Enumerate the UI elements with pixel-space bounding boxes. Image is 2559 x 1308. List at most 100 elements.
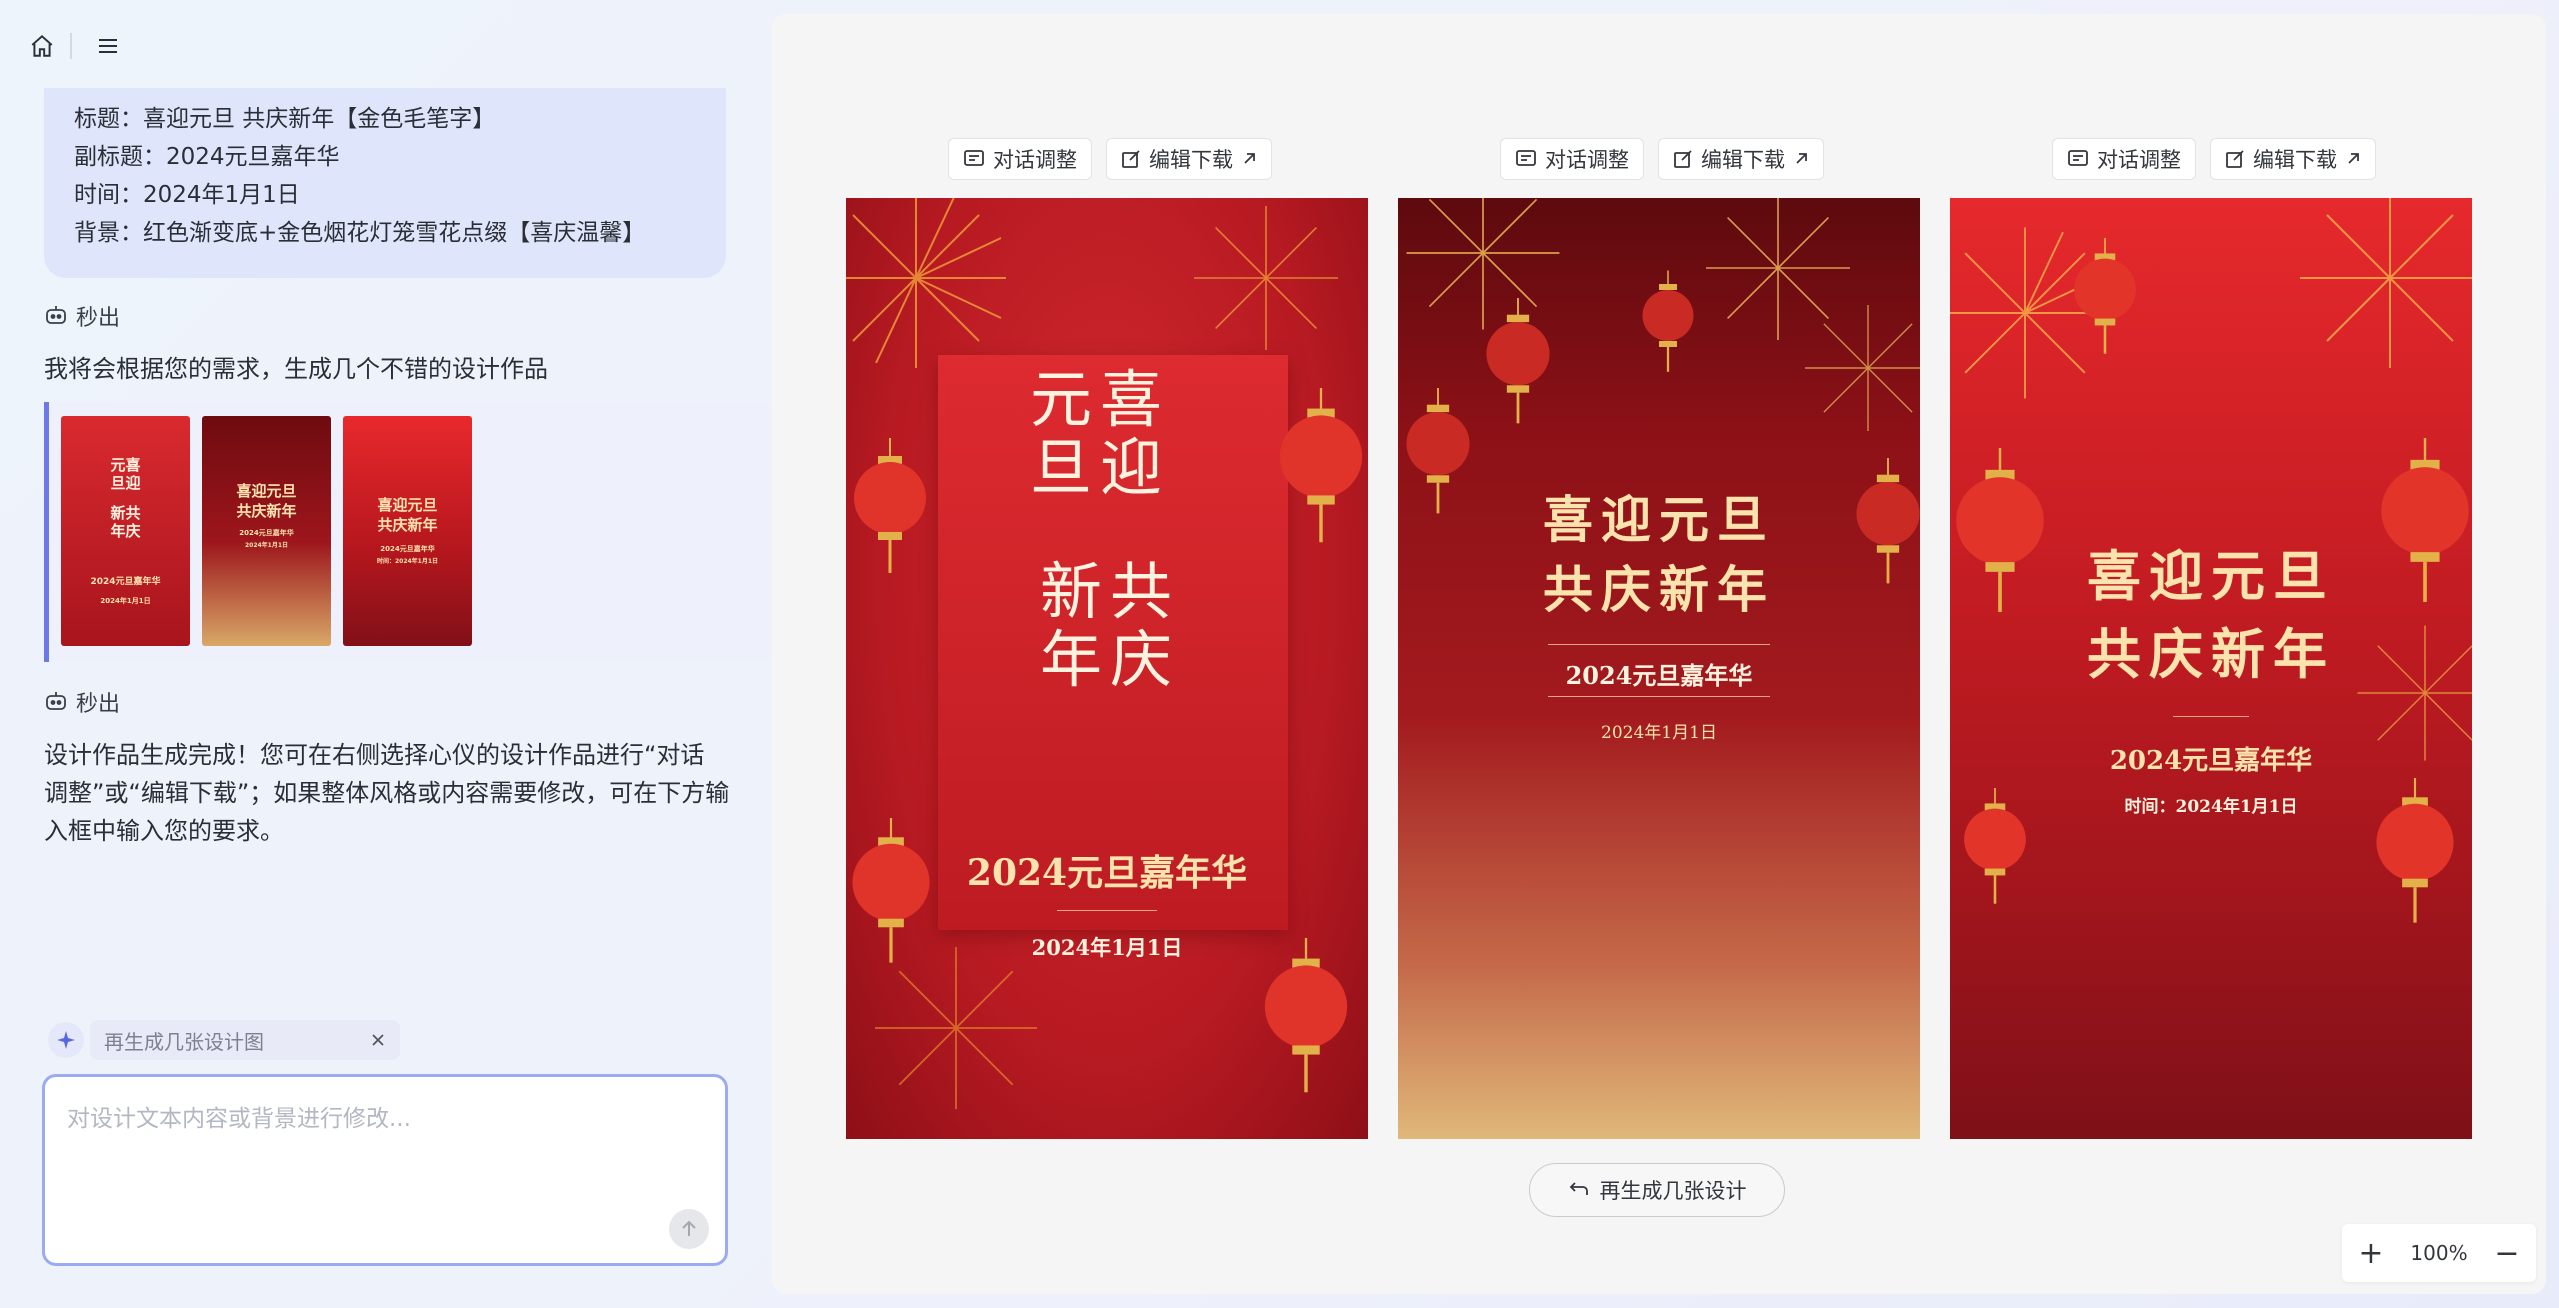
lantern-icon [2074,238,2136,354]
thumb3-subtitle: 2024元旦嘉年华 [380,545,435,553]
chat-input-placeholder: 对设计文本内容或背景进行修改... [67,1106,411,1132]
thumb1-date: 2024年1月1日 [100,597,151,605]
poster-2[interactable]: 喜迎元旦 共庆新年 2024元旦嘉年华 2024年1月1日 [1398,198,1920,1139]
poster-3-title-line-2: 共庆新年 [2087,622,2335,686]
thumb3-date: 时间：2024年1月1日 [376,558,439,565]
close-icon[interactable] [370,1032,386,1048]
bot-message-2-line-1: 设计作品生成完成！您可在右侧选择心仪的设计作品进行“对话 [44,741,705,769]
return-icon [1569,1182,1588,1195]
poster-2-toolbar: 对话调整 编辑下载 [1500,138,1824,180]
brief-title-line: 标题：喜迎元旦 共庆新年【金色毛笔字】 [74,106,496,132]
thumb2-title-a: 喜迎元旦 [236,482,297,500]
poster-3-title-line-1: 喜迎元旦 [2087,544,2335,608]
lantern-icon [1642,270,1694,372]
firework-decoration [1194,206,1338,350]
home-icon[interactable] [24,28,60,64]
poster-1-char: 庆 [1110,623,1173,696]
edit-download-button[interactable]: 编辑下载 [2210,138,2376,180]
bot-message-2-line-3: 入框中输入您的要求。 [44,817,284,845]
poster-1-char: 迎 [1100,431,1163,504]
lantern-icon [852,818,930,963]
poster-3-subtitle: 2024元旦嘉年华 [2109,746,2313,776]
chat-adjust-button[interactable]: 对话调整 [948,138,1092,180]
edit-download-label: 编辑下载 [1701,148,1785,172]
topbar-divider [70,33,72,59]
chat-adjust-button[interactable]: 对话调整 [1500,138,1644,180]
regenerate-chip-label: 再生成几张设计图 [104,1029,264,1054]
thumb1-title-c: 新共 [110,504,141,522]
brief-subtitle-line: 副标题：2024元旦嘉年华 [74,144,340,170]
poster-1-char: 新 [1040,555,1103,628]
firework-decoration [2300,198,2472,368]
thumb3-title-b: 共庆新年 [377,516,438,534]
poster-1-char: 年 [1040,623,1103,696]
bot-label-2: 秒出 [44,686,120,718]
poster-1-char: 旦 [1030,431,1093,504]
chat-adjust-label: 对话调整 [2097,148,2181,172]
thumb2-title-b: 共庆新年 [236,502,297,520]
zoom-out-button[interactable]: − [2492,1236,2522,1271]
poster-3[interactable]: 喜迎元旦 共庆新年 2024元旦嘉年华 时间：2024年1月1日 [1950,198,2472,1139]
thumbnail-2[interactable]: 喜迎元旦 共庆新年 2024元旦嘉年华 2024年1月1日 [202,416,331,646]
poster-2-divider [1548,696,1770,697]
external-link-icon [1796,153,1807,164]
poster-2-date: 2024年1月1日 [1601,723,1717,743]
thumb1-title-b: 旦迎 [110,474,141,492]
edit-icon [1674,150,1692,168]
suggestion-chip: 再生成几张设计图 [48,1020,400,1060]
poster-1-char: 元 [1030,363,1093,436]
bot-name: 秒出 [76,692,121,717]
lantern-icon [1279,388,1363,543]
thumbnail-strip: 元喜 旦迎 新共 年庆 2024元旦嘉年华 2024年1月1日 喜迎元旦 共庆新… [44,402,772,662]
poster-2-divider [1548,644,1770,645]
bot-icon [46,692,66,710]
zoom-control: + 100% − [2342,1224,2536,1282]
thumb2-date: 2024年1月1日 [244,542,289,549]
edit-download-label: 编辑下载 [1149,148,1233,172]
poster-3-date: 时间：2024年1月1日 [2124,797,2298,817]
regenerate-chip[interactable]: 再生成几张设计图 [90,1020,400,1060]
brief-time-line: 时间：2024年1月1日 [74,182,300,208]
external-link-icon [2348,153,2359,164]
design-canvas: 对话调整 编辑下载 对话调整 编辑下载 对话调整 编辑下载 元 旦 喜 迎 新 … [772,14,2546,1294]
arrow-up-icon [682,1220,696,1236]
lantern-icon [1486,298,1550,424]
edit-icon [2226,150,2244,168]
bot-label: 秒出 [44,300,120,332]
send-button[interactable] [669,1209,709,1249]
thumb3-title-a: 喜迎元旦 [377,496,438,514]
chat-adjust-button[interactable]: 对话调整 [2052,138,2196,180]
external-link-icon [1244,153,1255,164]
poster-1-divider [1057,910,1157,911]
thumb1-title-d: 年庆 [110,522,141,540]
sparkle-icon [48,1022,84,1058]
thumb1-subtitle: 2024元旦嘉年华 [90,577,161,587]
lantern-icon [1264,938,1348,1093]
poster-1-char: 共 [1110,555,1173,628]
menu-icon[interactable] [90,28,126,64]
zoom-in-button[interactable]: + [2356,1236,2386,1271]
poster-2-title-line-1: 喜迎元旦 [1543,490,1775,549]
thumbnail-3[interactable]: 喜迎元旦 共庆新年 2024元旦嘉年华 时间：2024年1月1日 [343,416,472,646]
edit-icon [1122,150,1140,168]
regenerate-button[interactable]: 再生成几张设计 [1529,1163,1785,1217]
poster-3-divider [2173,716,2249,717]
bot-name: 秒出 [76,306,121,331]
edit-download-label: 编辑下载 [2253,148,2337,172]
thumb1-title-a: 元喜 [110,456,141,474]
design-brief-bubble: 标题：喜迎元旦 共庆新年【金色毛笔字】 副标题：2024元旦嘉年华 时间：202… [44,88,726,278]
chat-adjust-label: 对话调整 [1545,148,1629,172]
edit-download-button[interactable]: 编辑下载 [1658,138,1824,180]
edit-download-button[interactable]: 编辑下载 [1106,138,1272,180]
poster-1[interactable]: 元 旦 喜 迎 新 年 共 庆 2024元旦嘉年华 2024年1月1日 [846,198,1368,1139]
firework-decoration [846,198,1006,368]
bot-icon [46,306,66,324]
chat-adjust-icon [2068,150,2088,166]
poster-3-toolbar: 对话调整 编辑下载 [2052,138,2376,180]
poster-1-char: 喜 [1100,363,1163,436]
thumbnail-1[interactable]: 元喜 旦迎 新共 年庆 2024元旦嘉年华 2024年1月1日 [61,416,190,646]
chat-input[interactable]: 对设计文本内容或背景进行修改... [42,1074,728,1266]
chat-adjust-icon [964,150,984,166]
bot-message-1: 我将会根据您的需求，生成几个不错的设计作品 [44,355,548,383]
bot-message-2-line-2: 调整”或“编辑下载”；如果整体风格或内容需要修改，可在下方输 [44,779,730,807]
